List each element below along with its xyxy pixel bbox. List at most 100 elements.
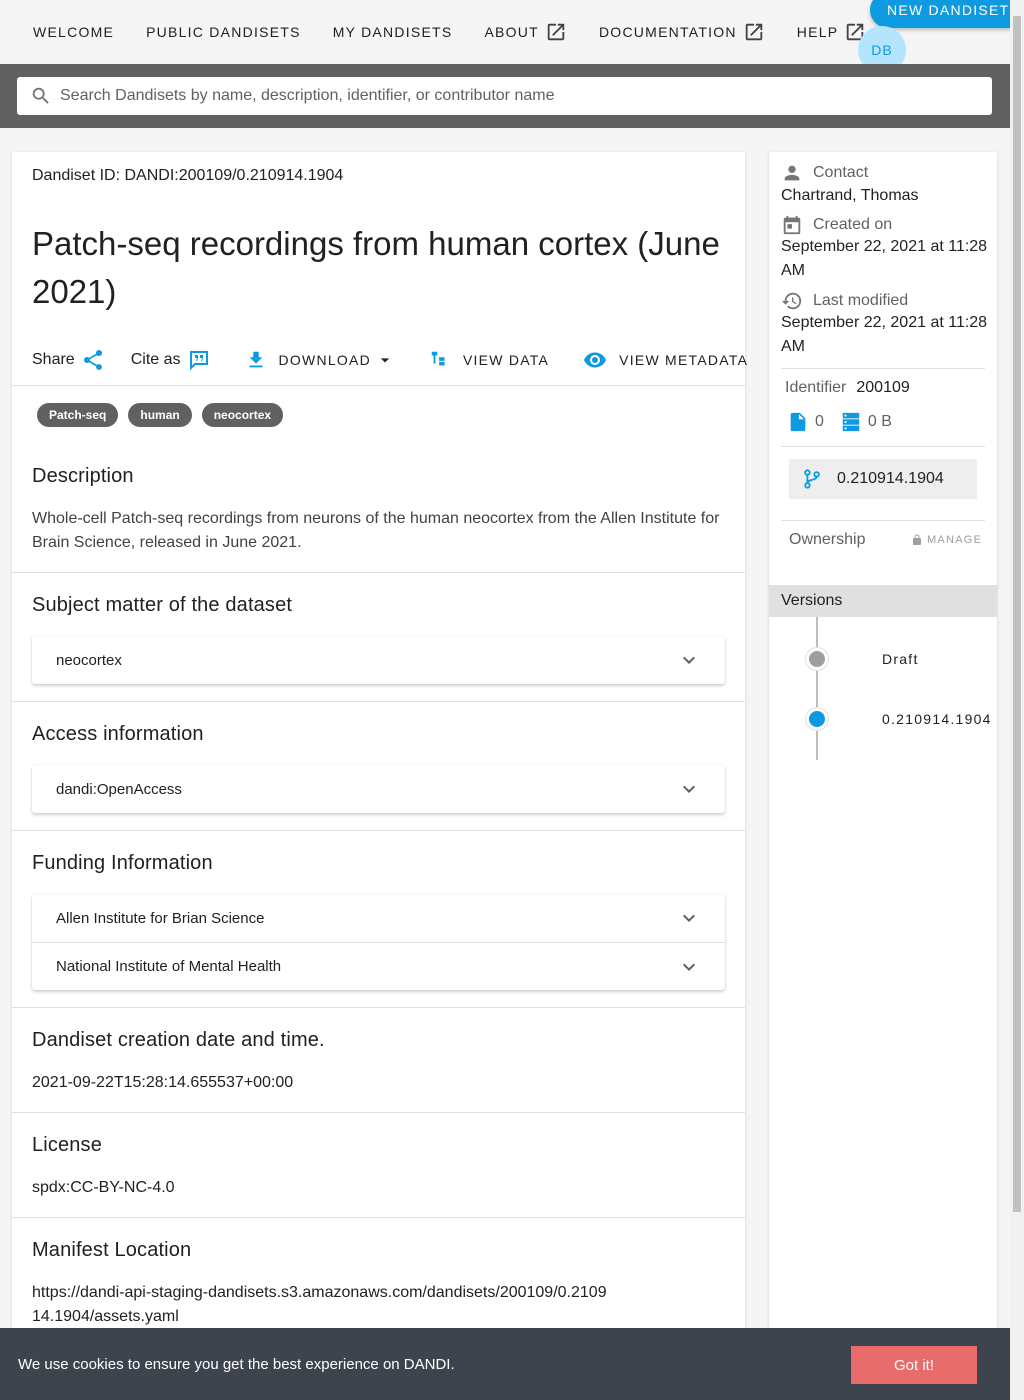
access-heading: Access information [32, 723, 204, 745]
modified-label-text: Last modified [813, 292, 909, 309]
history-icon [781, 292, 802, 310]
identifier-label: Identifier [785, 379, 847, 396]
view-metadata-label: View Metadata [619, 352, 749, 368]
view-metadata-button[interactable]: View Metadata [583, 348, 748, 372]
dandiset-side-card: Contact Chartrand, Thomas Created on Sep… [769, 152, 997, 1352]
nav-help-label: Help [796, 24, 839, 40]
version-published[interactable]: 0.210914.1904 [882, 711, 992, 727]
keyword-chips: Patch-seq human neocortex [37, 403, 293, 427]
divider [12, 1007, 745, 1008]
expansion-row[interactable]: dandi:OpenAccess [32, 765, 725, 813]
page-title: Patch-seq recordings from human cortex (… [32, 225, 720, 310]
expansion-row-label: neocortex [56, 651, 122, 669]
chevron-down-icon [683, 656, 695, 664]
top-nav: Welcome Public Dandisets My Dandisets Ab… [0, 0, 1024, 74]
expansion-row[interactable]: Allen Institute for Brian Science [32, 894, 725, 942]
file-tree-icon [431, 351, 445, 366]
keyword-chip: neocortex [201, 403, 284, 427]
current-version: 0.210914.1904 [789, 459, 977, 499]
person-icon [784, 165, 800, 181]
modified-value: September 22, 2021 at 11:28 AM [781, 314, 988, 355]
search-band [0, 64, 1010, 128]
versions-heading: Versions [769, 585, 997, 617]
divider [12, 1112, 745, 1113]
versions-timeline [816, 617, 818, 760]
source-branch-icon [804, 469, 820, 489]
cookie-accept-button[interactable]: Got it! [851, 1346, 977, 1384]
nav-my-dandisets-label: My Dandisets [332, 24, 453, 40]
eye-icon [584, 352, 607, 368]
divider [781, 520, 985, 521]
dandiset-main-card: Dandiset ID: DANDI:200109/0.210914.1904 … [12, 152, 748, 1352]
database-icon [842, 412, 860, 432]
cite-button[interactable]: Cite as [131, 348, 211, 372]
subject-heading: Subject matter of the dataset [32, 594, 293, 616]
nav-my-dandisets[interactable]: My Dandisets [317, 14, 469, 50]
new-dandiset-button[interactable]: New Dandiset [870, 0, 1024, 28]
nav-public-dandisets-label: Public Dandisets [146, 24, 301, 40]
license-value: spdx:CC-BY-NC-4.0 [32, 1179, 175, 1196]
manifest-heading: Manifest Location [32, 1239, 192, 1261]
view-data-button[interactable]: View Data [429, 349, 549, 371]
chevron-down-icon [683, 785, 695, 793]
open-in-new-icon [547, 23, 565, 41]
nav-welcome[interactable]: Welcome [17, 14, 130, 50]
keyword-chip: human [128, 403, 192, 427]
dandiset-id: Dandiset ID: DANDI:200109/0.210914.1904 [32, 167, 344, 184]
chevron-down-icon [683, 963, 695, 971]
divider [12, 830, 745, 831]
contact-label: Contact [781, 162, 868, 184]
download-button[interactable]: Download [245, 349, 395, 371]
search-box[interactable] [17, 77, 992, 115]
quote-comment-icon [189, 351, 208, 371]
scrollbar-thumb[interactable] [1013, 16, 1021, 1212]
nav-documentation-label: Documentation [598, 24, 737, 40]
view-data-label: View Data [462, 352, 550, 368]
license-heading: License [32, 1134, 102, 1156]
divider [12, 701, 745, 702]
open-in-new-icon [745, 23, 763, 41]
current-version-label: 0.210914.1904 [837, 470, 944, 487]
expansion-row-label: National Institute of Mental Health [56, 958, 282, 975]
nav-welcome-label: Welcome [33, 24, 115, 40]
created-label-text: Created on [813, 216, 893, 233]
expansion-row[interactable]: National Institute of Mental Health [32, 942, 725, 990]
version-draft[interactable]: Draft [882, 651, 919, 667]
contact-value: Chartrand, Thomas [781, 187, 919, 204]
share-button[interactable]: Share [32, 348, 105, 372]
subject-panel: neocortex [32, 636, 725, 684]
page-scrollbar[interactable] [1010, 0, 1024, 1400]
divider [781, 446, 985, 447]
expansion-row-label: Allen Institute for Brian Science [56, 909, 265, 927]
manage-label: Manage [927, 534, 983, 546]
nav-documentation[interactable]: Documentation [583, 14, 781, 50]
share-label: Share [32, 351, 75, 368]
created-value: September 22, 2021 at 11:28 AM [781, 238, 988, 279]
creation-heading: Dandiset creation date and time. [32, 1029, 325, 1051]
description-text: Whole-cell Patch-seq recordings from neu… [32, 510, 720, 551]
manifest-link[interactable]: https://dandi-api-staging-dandisets.s3.a… [32, 1281, 612, 1329]
lock-icon [913, 534, 921, 545]
cite-label: Cite as [130, 351, 181, 368]
file-count: 0 [815, 413, 824, 430]
access-panel: dandi:OpenAccess [32, 765, 725, 813]
nav-public-dandisets[interactable]: Public Dandisets [130, 14, 317, 50]
keyword-chip: Patch-seq [37, 403, 119, 427]
description-heading: Description [32, 465, 134, 487]
download-icon [249, 351, 262, 368]
nav-about-label: About [484, 24, 539, 40]
divider [12, 1217, 745, 1218]
search-icon [32, 87, 49, 104]
search-input[interactable] [60, 87, 940, 105]
nav-about[interactable]: About [468, 14, 582, 50]
creation-value: 2021-09-22T15:28:14.655537+00:00 [32, 1074, 294, 1091]
stats-row: 0 0 B [787, 410, 892, 434]
identifier-row: Identifier 200109 [785, 379, 910, 397]
identifier-value: 200109 [856, 379, 910, 396]
cookie-banner: We use cookies to ensure you get the bes… [0, 1328, 1010, 1400]
manage-owners-button[interactable]: Manage [911, 534, 982, 546]
download-label: Download [278, 352, 371, 368]
contact-label-text: Contact [813, 164, 869, 181]
expansion-row[interactable]: neocortex [32, 636, 725, 684]
divider [12, 385, 745, 386]
